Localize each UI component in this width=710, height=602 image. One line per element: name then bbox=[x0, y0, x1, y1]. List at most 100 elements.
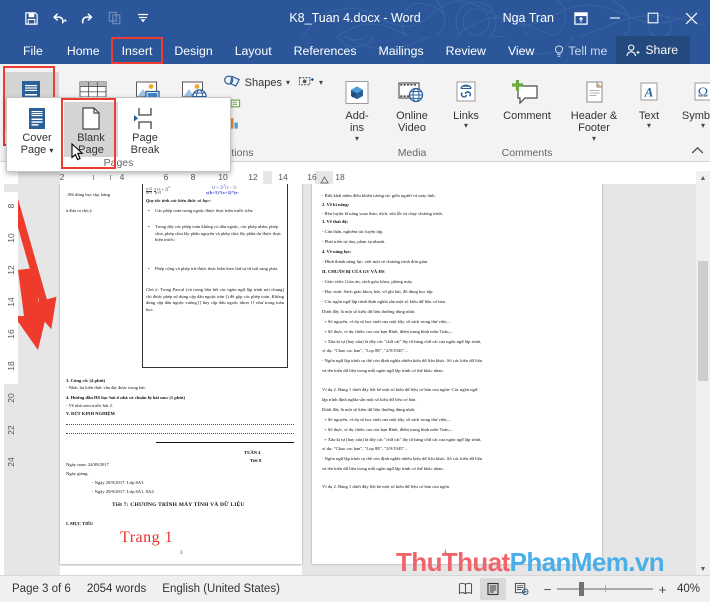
zoom-level[interactable]: 40% bbox=[672, 583, 700, 595]
chevron-down-icon[interactable]: ▾ bbox=[647, 122, 651, 130]
collapse-ribbon-icon[interactable] bbox=[691, 146, 704, 158]
ribbon-display-options-icon[interactable] bbox=[566, 3, 596, 33]
zoom-slider[interactable] bbox=[557, 582, 653, 596]
vertical-scrollbar[interactable]: ▲ ▼ bbox=[696, 171, 710, 576]
scrollbar-thumb[interactable] bbox=[698, 261, 708, 381]
right-line-16: ví dụ: "Chao cac ban", "Lop 8E", "2/9/19… bbox=[322, 348, 408, 353]
hruler-tick-14: 14 bbox=[278, 172, 288, 182]
customize-qat-icon[interactable] bbox=[130, 6, 156, 30]
word-window: K8_Tuan 4.docx - Word Nga Tran File Home… bbox=[0, 0, 710, 602]
header-footer-icon bbox=[582, 77, 606, 109]
status-bar-left: Page 3 of 6 2054 words English (United S… bbox=[0, 583, 280, 595]
tell-me-box[interactable]: Tell me bbox=[545, 38, 616, 64]
user-name[interactable]: Nga Tran bbox=[503, 11, 566, 25]
print-layout-icon[interactable] bbox=[480, 578, 506, 600]
right-line-1: 2. Về kĩ năng: bbox=[322, 202, 350, 207]
body-line-3: 4. Hướng dẫn HS học bài ở nhà và chuẩn b… bbox=[66, 395, 186, 400]
language-status[interactable]: English (United States) bbox=[162, 583, 280, 595]
horizontal-ruler[interactable]: 2 4 6 8 10 12 14 16 18 bbox=[18, 171, 696, 184]
comment-button[interactable]: Comment bbox=[493, 72, 561, 123]
web-layout-icon[interactable] bbox=[508, 578, 534, 600]
tab-design[interactable]: Design bbox=[163, 38, 223, 64]
scroll-up-icon[interactable]: ▲ bbox=[696, 171, 710, 185]
table-bullet-1: • Các phép toán trong ngoặc được thực hiệ… bbox=[148, 208, 254, 213]
symbols-button[interactable]: Ω Symbols ▾ bbox=[671, 72, 710, 130]
dotted-rule-2 bbox=[66, 433, 294, 434]
save-icon[interactable] bbox=[18, 6, 44, 30]
right-line-5: - Phát triển tư duy, phản xạ nhanh. bbox=[322, 239, 386, 244]
right-line-24: + Xâu kí tự (hay xâu) là dãy các "chữ cá… bbox=[324, 437, 482, 442]
scroll-down-icon[interactable]: ▼ bbox=[696, 562, 710, 576]
close-button[interactable] bbox=[672, 2, 710, 34]
document-page-right[interactable]: - Biết khái niệm điều khiển tương tác gi… bbox=[312, 184, 602, 564]
tab-list[interactable]: File Home Insert Design Layout Reference… bbox=[0, 36, 545, 64]
shapes-button[interactable]: Shapes ▾ bbox=[220, 73, 294, 92]
right-line-2: - Rèn luyện kĩ năng soạn thảo, dịch, sửa… bbox=[322, 211, 443, 216]
chevron-down-icon[interactable]: ▾ bbox=[286, 78, 290, 87]
redo-icon[interactable] bbox=[74, 6, 100, 30]
zoom-slider-handle[interactable] bbox=[579, 582, 584, 596]
online-video-label: Online Video bbox=[396, 110, 428, 135]
right-line-6: 4. Về năng lực: bbox=[322, 249, 352, 254]
read-mode-icon[interactable] bbox=[452, 578, 478, 600]
tab-view[interactable]: View bbox=[497, 38, 545, 64]
red-text-trang1: Trang 1 bbox=[120, 529, 174, 546]
chevron-down-icon[interactable]: ▾ bbox=[592, 134, 596, 142]
vertical-ruler[interactable]: 8 10 12 14 16 18 20 22 24 bbox=[4, 184, 18, 576]
screenshot-button[interactable]: ▾ bbox=[294, 73, 327, 92]
maximize-button[interactable] bbox=[634, 2, 672, 34]
quick-access-toolbar[interactable] bbox=[0, 6, 156, 30]
text-button[interactable]: A Text ▾ bbox=[626, 72, 672, 130]
zoom-control[interactable]: − + 40% bbox=[542, 582, 700, 597]
body-line-4: - Về nhà xem trước bài 2. bbox=[66, 403, 114, 408]
vruler-tick-18: 18 bbox=[6, 361, 16, 371]
zoom-out-button[interactable]: − bbox=[542, 582, 553, 597]
header-footer-label: Header & Footer bbox=[570, 110, 618, 135]
ribbon-group-addins: Add-ins ▾ bbox=[330, 64, 384, 161]
right-line-12: Dưới đây là một số kiểu dữ liệu thường d… bbox=[322, 309, 416, 314]
share-label: Share bbox=[645, 43, 679, 57]
right-line-18: và tên kiểu dữ liệu trong mỗi ngôn ngữ l… bbox=[322, 368, 444, 373]
header-footer-button[interactable]: Header & Footer ▾ bbox=[562, 72, 626, 143]
right-line-0: - Biết khái niệm điều khiển tương tác gi… bbox=[322, 193, 436, 198]
copy-icon[interactable] bbox=[102, 6, 128, 30]
chevron-down-icon[interactable]: ▾ bbox=[701, 122, 705, 130]
tab-layout[interactable]: Layout bbox=[224, 38, 283, 64]
chevron-down-icon[interactable]: ▾ bbox=[464, 122, 468, 130]
right-line-20: lập trình định nghĩa sẵn một số kiểu dữ … bbox=[322, 397, 417, 402]
share-button[interactable]: Share bbox=[616, 36, 691, 64]
tab-references[interactable]: References bbox=[283, 38, 368, 64]
hruler-tick-16: 16 bbox=[307, 172, 317, 182]
add-ins-button[interactable]: Add-ins ▾ bbox=[331, 72, 383, 143]
right-line-19: Ví dụ 2. Bảng 1 dưới đây liệt kê một số … bbox=[322, 387, 478, 392]
tab-insert-wrapper[interactable]: Insert bbox=[110, 37, 164, 64]
links-button[interactable]: Links ▾ bbox=[440, 72, 492, 130]
indent-marker-icon[interactable] bbox=[320, 176, 329, 184]
zoom-in-button[interactable]: + bbox=[657, 582, 668, 597]
period-label: Tiết 8 bbox=[250, 458, 262, 463]
online-video-button[interactable]: Online Video bbox=[386, 72, 438, 136]
table-bullet-3: • Phép cộng và phép trừ được thực hiện th… bbox=[148, 266, 279, 271]
tab-home[interactable]: Home bbox=[56, 38, 111, 64]
right-line-22: + Số nguyên, ví dụ số học sinh của một l… bbox=[324, 417, 452, 422]
tab-file[interactable]: File bbox=[10, 38, 56, 64]
page-break-menu-item[interactable]: Page Break bbox=[118, 102, 172, 157]
page-status[interactable]: Page 3 of 6 bbox=[12, 583, 71, 595]
formula-denominator: a+5 b+5 bbox=[146, 190, 162, 195]
pages-dropdown-group-label: Pages bbox=[103, 157, 134, 169]
right-line-25: ví dụ: "Chao cac ban", "Lop 8E", "2/9/19… bbox=[322, 446, 408, 451]
chevron-down-icon[interactable]: ▾ bbox=[355, 134, 359, 142]
word-count[interactable]: 2054 words bbox=[87, 583, 146, 595]
right-line-4: - Cẩn thận, nghiêm túc luyện tập. bbox=[322, 229, 384, 234]
cover-page-menu-item[interactable]: Cover Page ▾ bbox=[10, 102, 64, 157]
tab-review[interactable]: Review bbox=[435, 38, 497, 64]
document-page-left[interactable]: , Đồ dùng học tập, bảng à đưa ra chủ ý x… bbox=[60, 184, 302, 564]
document-canvas[interactable]: , Đồ dùng học tập, bảng à đưa ra chủ ý x… bbox=[18, 184, 696, 576]
chevron-down-icon[interactable]: ▾ bbox=[319, 78, 323, 87]
ribbon-group-comments: Comment Comments bbox=[492, 64, 562, 161]
undo-icon[interactable] bbox=[46, 6, 72, 30]
minimize-button[interactable] bbox=[596, 2, 634, 34]
pages-dropdown-menu[interactable]: Cover Page ▾ Blank Page Page Break Pages bbox=[6, 97, 231, 172]
tab-mailings[interactable]: Mailings bbox=[368, 38, 435, 64]
formula-blue-2: y(b+5)*(x+2)*(x- bbox=[206, 190, 240, 195]
